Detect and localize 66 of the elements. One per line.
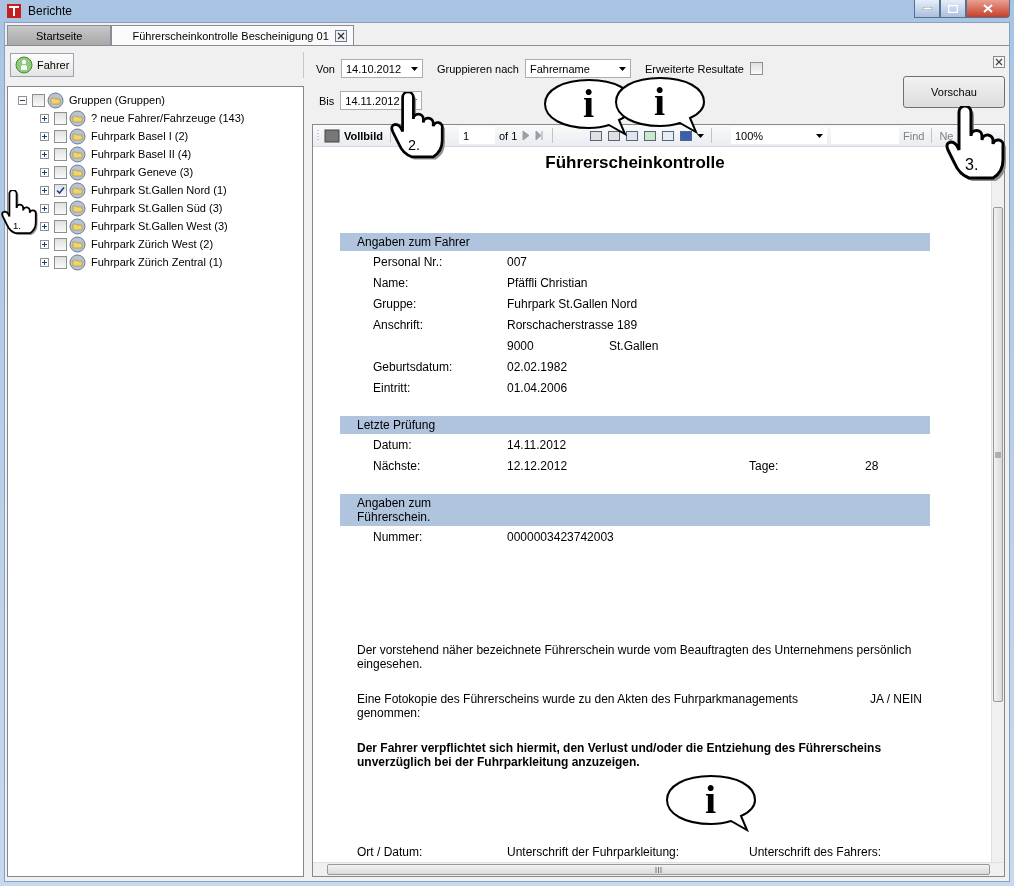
tree-item[interactable]: Fuhrpark Basel I (2) xyxy=(91,130,189,142)
tree-item[interactable]: Fuhrpark Geneve (3) xyxy=(91,166,194,178)
section-title: Angaben zum Fahrer xyxy=(357,235,471,249)
field-label: Personal Nr.: xyxy=(373,254,444,269)
group-by-dropdown[interactable]: Fahrername xyxy=(524,59,631,78)
field-label: Erweiterte Resultate xyxy=(644,62,744,75)
field-label: Anschrift: xyxy=(373,317,424,332)
section-title: Letzte Prüfung xyxy=(357,418,437,432)
tree-item[interactable]: Fuhrpark St.Gallen West (3) xyxy=(91,220,228,232)
page-number-field[interactable]: 1 xyxy=(459,127,495,144)
preview-button[interactable]: Vorschau xyxy=(903,76,1005,108)
page-count: of 1 xyxy=(499,129,518,142)
tab[interactable]: Startseite xyxy=(7,25,112,45)
find-link[interactable]: Find xyxy=(903,129,925,142)
field-value: 14.11.2012 xyxy=(507,437,567,452)
report-title: Führerscheinkontrolle xyxy=(544,153,726,173)
field-label: Geburtsdatum: xyxy=(373,359,454,374)
signature-label: Ort / Datum: xyxy=(357,844,424,859)
step-number: 1. xyxy=(13,220,21,231)
date-picker[interactable]: 14.10.2012 xyxy=(340,59,423,78)
field-value: Pfäffli Christian xyxy=(507,275,588,290)
field-value: Fuhrpark St.Gallen Nord xyxy=(507,296,638,311)
field-value: 28 xyxy=(865,458,879,473)
field-label: Datum: xyxy=(373,437,413,452)
field-label: Nächste: xyxy=(373,458,422,473)
signature-label: Unterschrift der Fuhrparkleitung: xyxy=(507,844,681,859)
tree-item[interactable]: ? neue Fahrer/Fahrzeuge (143) xyxy=(91,112,245,124)
field-value: 007 xyxy=(507,254,528,269)
tab[interactable]: Führerscheinkontrolle Bescheinigung 01 xyxy=(111,25,354,45)
fahrer-button[interactable]: Fahrer xyxy=(10,53,75,77)
tree-item[interactable]: Fuhrpark Basel II (4) xyxy=(91,148,192,160)
tree-item[interactable]: Fuhrpark St.Gallen Nord (1) xyxy=(91,184,227,196)
field-value: 12.12.2012 xyxy=(507,458,569,473)
field-value: 02.02.1982 xyxy=(507,359,568,374)
step-number: 3. xyxy=(965,156,979,174)
tree-item[interactable]: Gruppen (Gruppen) xyxy=(69,94,165,106)
field-label: Bis xyxy=(319,94,335,107)
paragraph: Der vorstehend näher bezeichnete Führerschein wurde vom Beauftragten des Unternehmens persönlich eingesehen. xyxy=(357,643,913,671)
field-label: Gruppe: xyxy=(373,296,418,311)
step-number: 2. xyxy=(408,137,420,153)
zoom-dropdown[interactable]: 100% xyxy=(731,127,827,144)
fullscreen-label[interactable]: Vollbild xyxy=(344,129,383,142)
field-label: Nummer: xyxy=(373,529,424,544)
field-label: Von xyxy=(316,62,335,75)
field-label: Name: xyxy=(373,275,410,290)
field-label: Gruppieren nach xyxy=(436,62,519,75)
signature-label: Unterschrift des Fahrers: xyxy=(749,844,883,859)
field-label: Eintritt: xyxy=(373,380,412,395)
field-value: Rorschacherstrasse 189 xyxy=(507,317,638,332)
tree-item[interactable]: Fuhrpark Zürich Zentral (1) xyxy=(91,256,223,268)
field-value: 9000 xyxy=(507,338,535,353)
paragraph: Der Fahrer verpflichtet sich hiermit, den Verlust und/oder die Entziehung des Führerscheins unverzüglich bei der Fuhrparkleitung anzuzeigen. xyxy=(357,741,883,769)
next-link[interactable]: Ne xyxy=(939,129,954,142)
paragraph: Eine Fotokopie des Führerscheins wurde zu den Akten des Fuhrparkmanagements genommen: xyxy=(357,692,799,720)
tree-item[interactable]: Fuhrpark St.Gallen Süd (3) xyxy=(91,202,223,214)
section-title: Angaben zum Führerschein. xyxy=(357,496,433,524)
field-value: 0000003423742003 xyxy=(507,529,614,544)
info-letter: i xyxy=(583,84,595,124)
window-title: Berichte xyxy=(28,4,73,18)
info-letter: i xyxy=(705,780,717,820)
answer-options: JA / NEIN xyxy=(870,692,922,720)
field-value: 01.04.2006 xyxy=(507,380,568,395)
tree-item[interactable]: Fuhrpark Zürich West (2) xyxy=(91,238,214,250)
info-letter: i xyxy=(654,82,666,122)
field-label: Tage: xyxy=(749,458,780,473)
field-value: St.Gallen xyxy=(609,338,659,353)
